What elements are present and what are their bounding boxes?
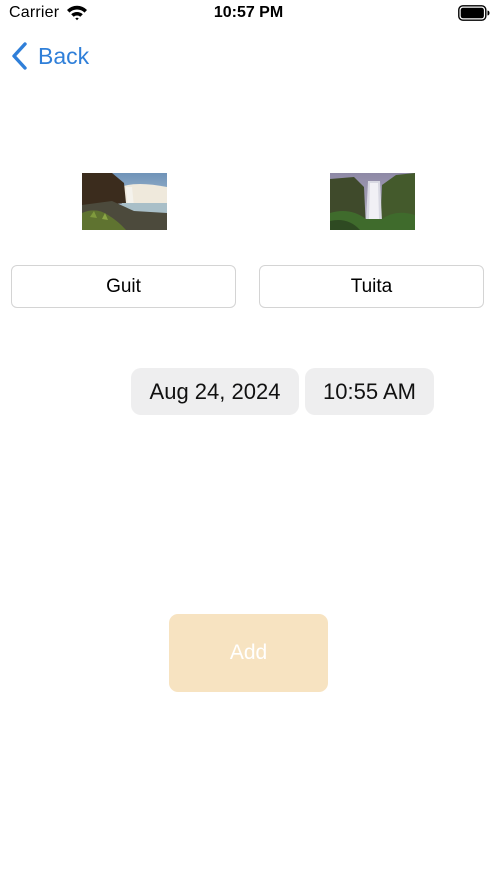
add-button-label: Add (229, 641, 268, 664)
right-name-field[interactable]: Tuita (259, 265, 484, 308)
clock-label: 10:57 PM (213, 4, 284, 21)
chevron-left-icon (12, 42, 27, 70)
date-value: Aug 24, 2024 (149, 378, 281, 404)
left-name-value: Guit (106, 275, 141, 297)
time-picker[interactable]: 10:55 AM (305, 368, 434, 415)
photo-right-thumbnail[interactable] (330, 173, 415, 230)
photo-left-thumbnail[interactable] (82, 173, 167, 230)
coastal-waterfall-image (82, 173, 167, 230)
left-name-field[interactable]: Guit (11, 265, 236, 308)
date-picker[interactable]: Aug 24, 2024 (131, 368, 299, 415)
battery-icon (458, 5, 490, 21)
canyon-waterfall-image (330, 173, 415, 230)
back-label: Back (38, 42, 90, 69)
time-value: 10:55 AM (323, 378, 416, 404)
back-button[interactable]: Back (10, 40, 89, 72)
right-name-value: Tuita (350, 275, 393, 297)
status-bar: Carrier 10:57 PM (0, 0, 497, 30)
add-button[interactable]: Add (169, 614, 328, 692)
